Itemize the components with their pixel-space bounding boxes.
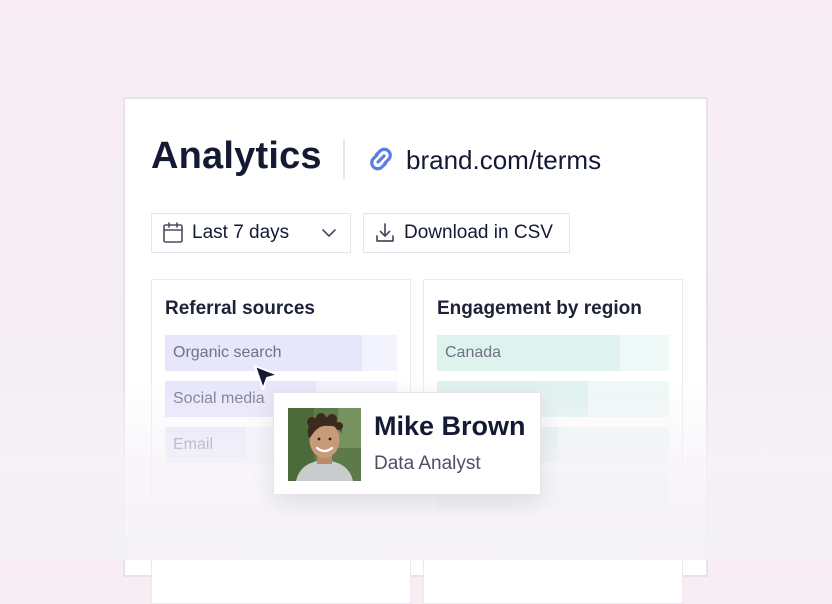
download-csv-label: Download in CSV: [404, 222, 553, 243]
referral-sources-title: Referral sources: [165, 298, 315, 319]
referral-bar-label: Social media: [173, 390, 265, 407]
avatar: [288, 408, 361, 481]
lower-left-panel: [151, 544, 411, 604]
engagement-title: Engagement by region: [437, 298, 642, 319]
page-title: Analytics: [151, 135, 322, 177]
mouse-pointer-icon: [252, 363, 282, 398]
analytics-card: Analytics brand.com/terms Last 7 days Do…: [123, 97, 708, 604]
region-bar-label: Canada: [445, 344, 502, 361]
user-hover-card: Mike Brown Data Analyst: [273, 392, 541, 495]
title-divider: [343, 139, 345, 179]
chevron-down-icon: [321, 228, 337, 238]
user-role: Data Analyst: [374, 453, 481, 474]
date-range-dropdown[interactable]: Last 7 days: [151, 213, 351, 253]
user-name: Mike Brown: [374, 411, 526, 441]
download-icon: [374, 221, 396, 245]
download-csv-button[interactable]: Download in CSV: [363, 213, 570, 253]
referral-bar-label: Email: [173, 436, 214, 453]
referral-bar-label: Organic search: [173, 344, 282, 361]
region-bar-track: Canada: [437, 335, 669, 371]
link-icon: [363, 145, 399, 178]
lower-right-panel: [423, 544, 683, 604]
date-range-value: Last 7 days: [192, 222, 290, 243]
calendar-icon: [162, 221, 184, 245]
page-url-link[interactable]: brand.com/terms: [406, 145, 601, 176]
